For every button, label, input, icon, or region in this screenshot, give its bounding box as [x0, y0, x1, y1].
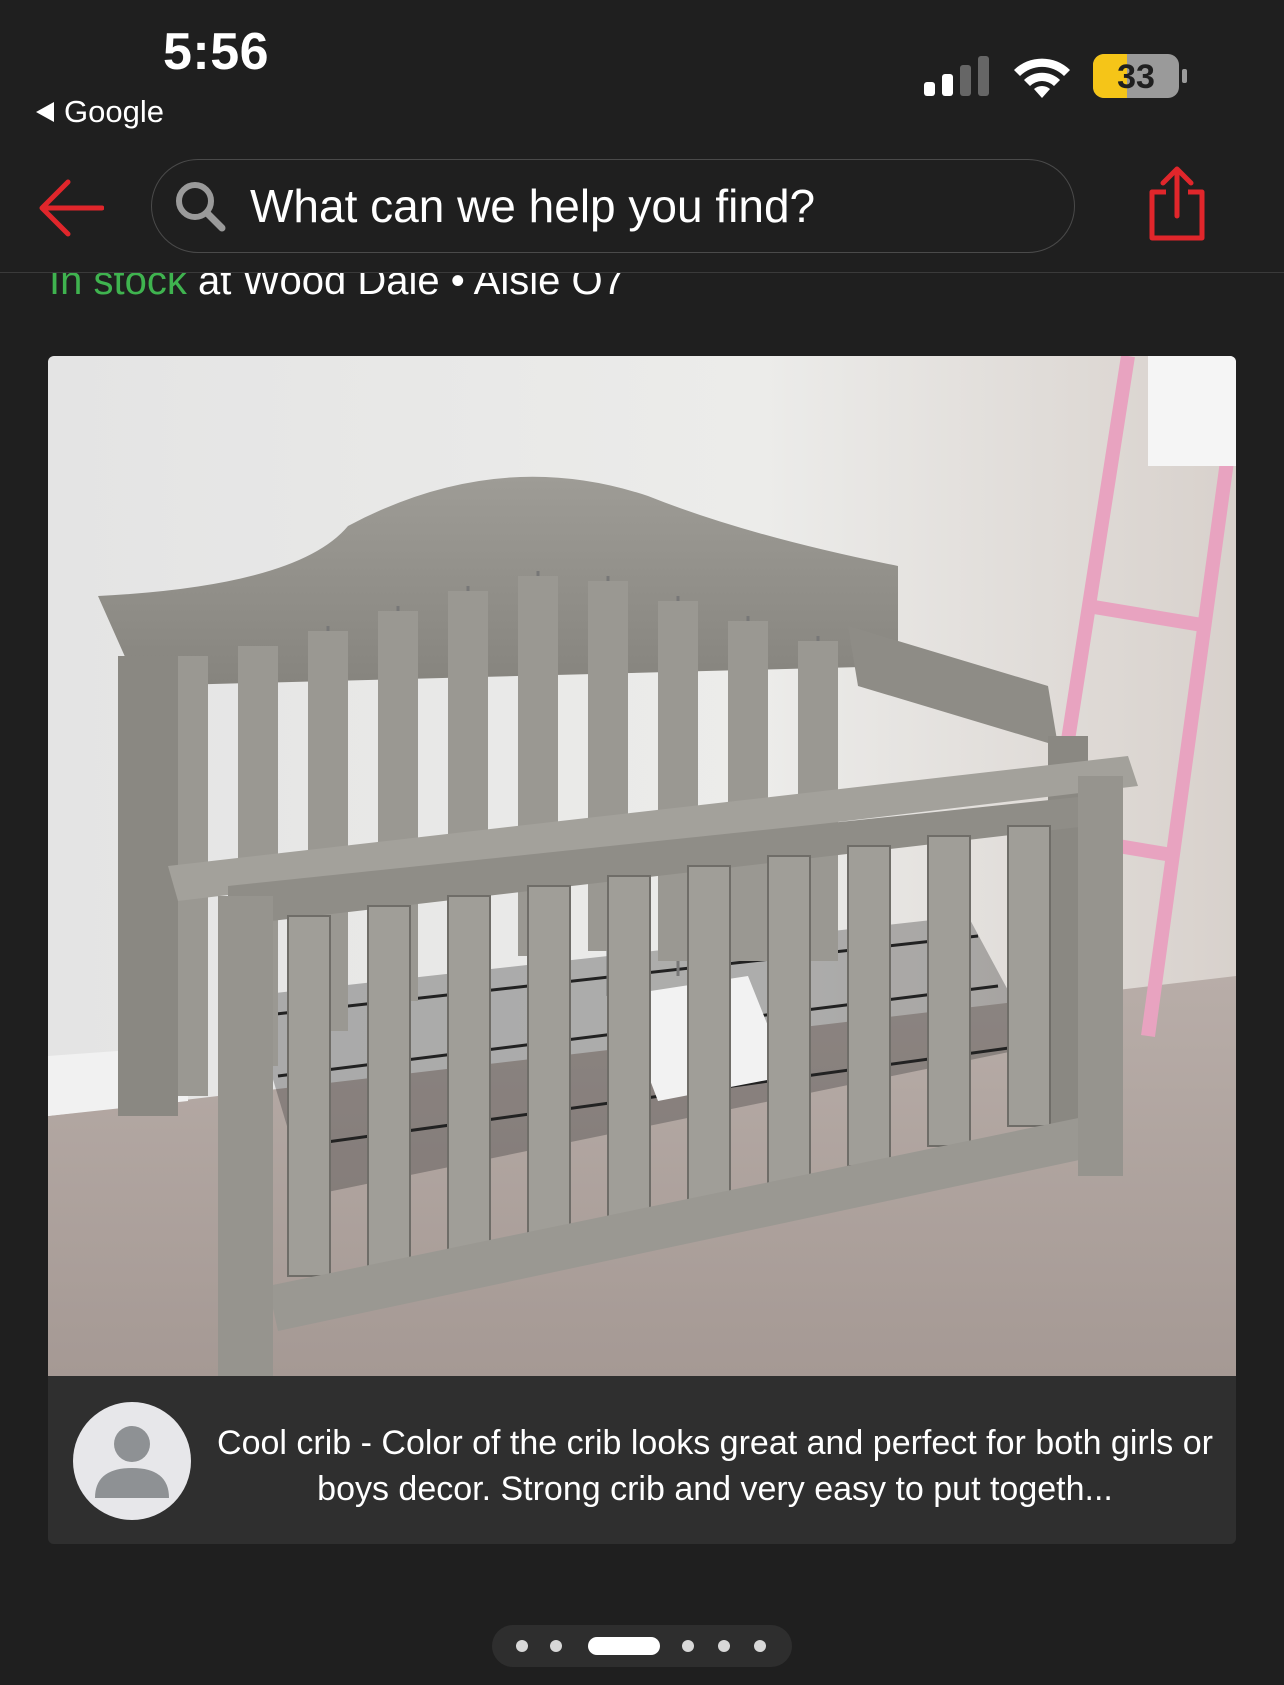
share-icon[interactable] — [1146, 166, 1208, 242]
back-arrow-icon[interactable] — [38, 178, 104, 238]
battery-icon: 33 — [1093, 54, 1189, 98]
battery-level: 33 — [1117, 58, 1155, 96]
crib-photo[interactable] — [48, 356, 1236, 1376]
top-nav-bar — [0, 148, 1284, 273]
stock-status: In stock — [49, 273, 187, 303]
back-triangle-icon — [36, 102, 54, 122]
pager-dot[interactable] — [550, 1640, 562, 1652]
review-image-card[interactable]: Cool crib - Color of the crib looks grea… — [48, 356, 1236, 1544]
pager-dot[interactable] — [516, 1640, 528, 1652]
store-location[interactable]: at Wood Dale — [198, 273, 440, 303]
pager-dot[interactable] — [718, 1640, 730, 1652]
search-icon — [176, 182, 226, 232]
search-bar[interactable] — [151, 159, 1075, 253]
review-caption-bar: Cool crib - Color of the crib looks grea… — [48, 1376, 1236, 1544]
pager-dot-active[interactable] — [588, 1637, 660, 1655]
pager-dot[interactable] — [754, 1640, 766, 1652]
status-time: 5:56 — [163, 23, 270, 81]
pager-dot[interactable] — [682, 1640, 694, 1652]
wifi-icon — [1014, 58, 1070, 98]
user-avatar-icon — [73, 1402, 191, 1520]
back-app-label: Google — [64, 94, 164, 129]
search-input[interactable] — [248, 178, 1074, 234]
aisle-label: Aisle O7 — [473, 273, 625, 303]
back-to-app-link[interactable]: Google — [36, 94, 164, 130]
stock-separator: • — [450, 273, 465, 303]
stock-status-line: In stock at Wood Dale • Aisle O7 — [0, 273, 1284, 307]
review-caption[interactable]: Cool crib - Color of the crib looks grea… — [210, 1420, 1220, 1512]
carousel-pager[interactable] — [492, 1625, 792, 1667]
signal-icon — [924, 56, 989, 96]
